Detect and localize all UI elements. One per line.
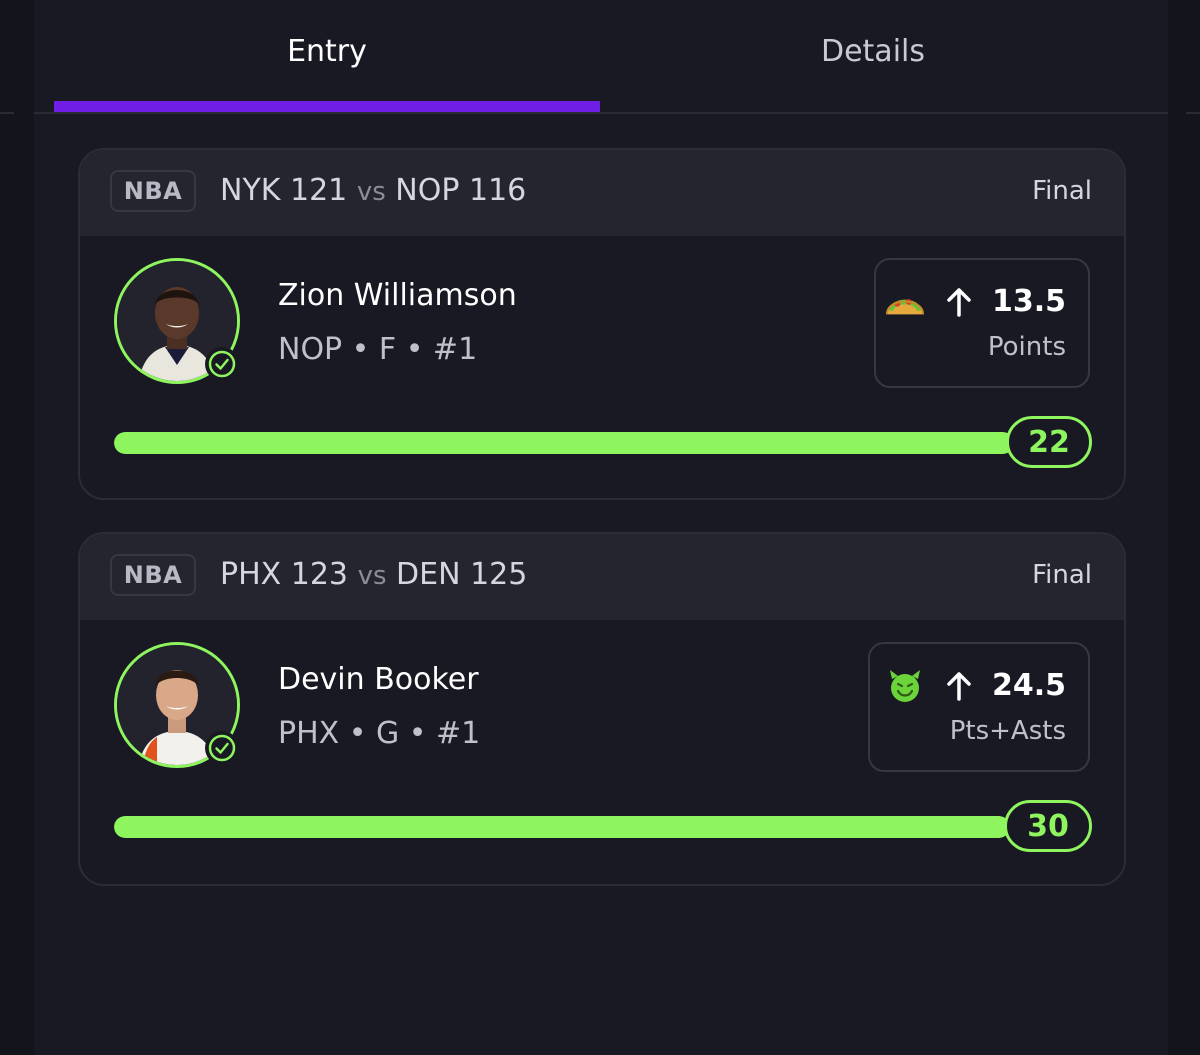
score-home: 116 — [469, 173, 527, 208]
team-away: NYK — [220, 173, 281, 208]
right-edge — [1168, 0, 1200, 1055]
arrow-up-icon — [944, 669, 974, 703]
tab-details[interactable]: Details — [600, 0, 1146, 112]
smiling-devil-emoji-icon — [884, 669, 926, 703]
check-icon — [205, 347, 239, 381]
player-avatar — [114, 642, 240, 768]
game-header: NBA PHX 123 vs DEN 125 Final — [80, 534, 1124, 620]
game-score: PHX 123 vs DEN 125 — [220, 557, 527, 592]
progress-bar — [114, 432, 1014, 454]
vs-label: vs — [357, 561, 387, 591]
score-home: 125 — [470, 557, 528, 592]
game-score: NYK 121 vs NOP 116 — [220, 173, 526, 208]
taco-emoji-icon — [884, 285, 926, 319]
game-header: NBA NYK 121 vs NOP 116 Final — [80, 150, 1124, 236]
team-home: DEN — [396, 557, 461, 592]
stat-label: Pts+Asts — [949, 716, 1066, 746]
left-edge — [0, 0, 34, 1055]
player-name: Zion Williamson — [278, 278, 517, 313]
score-away: 121 — [290, 173, 348, 208]
tabs-divider — [34, 112, 1168, 114]
pick-line-box: 24.5 Pts+Asts — [868, 642, 1090, 772]
result-value: 22 — [1006, 416, 1092, 468]
pick-card[interactable]: NBA NYK 121 vs NOP 116 Final Zion Willia… — [78, 148, 1126, 500]
league-badge: NBA — [110, 170, 196, 212]
progress-bar — [114, 816, 1010, 838]
line-value: 13.5 — [991, 284, 1066, 319]
tab-entry-label: Entry — [287, 34, 367, 69]
active-tab-indicator — [54, 101, 600, 112]
tab-details-label: Details — [820, 34, 925, 69]
tab-bar: Entry Details — [34, 0, 1168, 114]
entry-panel: Entry Details NBA NYK 121 vs NOP 116 Fin… — [34, 0, 1168, 1055]
stat-label: Points — [987, 332, 1066, 362]
tab-entry[interactable]: Entry — [54, 0, 600, 112]
progress-fill — [114, 816, 1010, 838]
team-away: PHX — [220, 557, 282, 592]
pick-card[interactable]: NBA PHX 123 vs DEN 125 Final Devin Booke… — [78, 532, 1126, 886]
result-value: 30 — [1004, 800, 1092, 852]
game-status: Final — [1032, 176, 1092, 206]
player-name: Devin Booker — [278, 662, 479, 697]
team-home: NOP — [395, 173, 460, 208]
player-meta: NOP • F • #1 — [278, 332, 478, 367]
pick-line-box: 13.5 Points — [874, 258, 1090, 388]
check-icon — [205, 731, 239, 765]
vs-label: vs — [356, 177, 386, 207]
league-badge: NBA — [110, 554, 196, 596]
line-value: 24.5 — [991, 668, 1066, 703]
player-avatar — [114, 258, 240, 384]
game-status: Final — [1032, 560, 1092, 590]
score-away: 123 — [290, 557, 349, 592]
player-meta: PHX • G • #1 — [278, 716, 481, 751]
progress-fill — [114, 432, 1014, 454]
arrow-up-icon — [944, 285, 974, 319]
